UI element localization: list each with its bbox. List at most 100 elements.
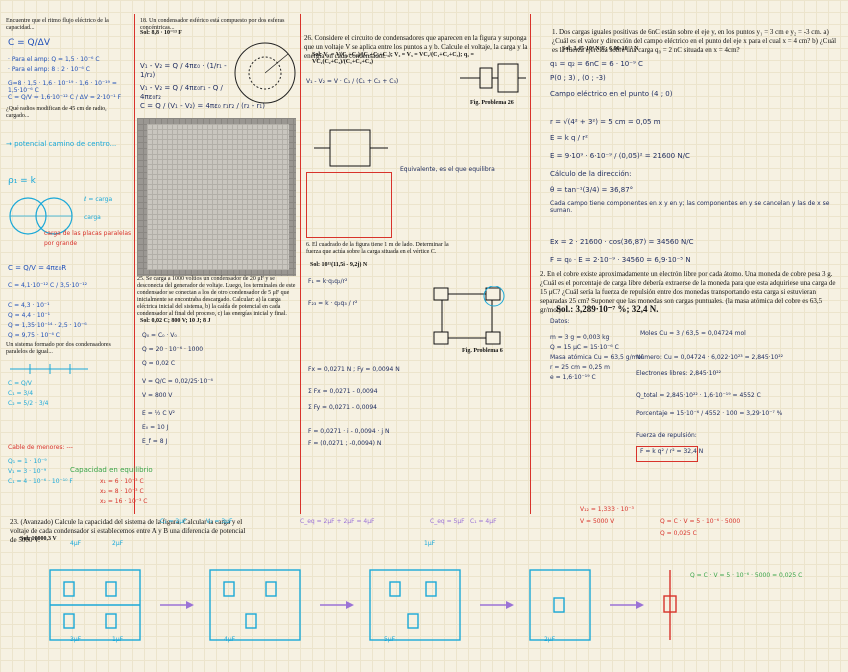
handwritten-line: E = 9·10⁹ · 6·10⁻⁹ / (0,05)² = 21600 N/C <box>550 152 690 160</box>
formula: V₁ - V₂ = V · C₁ / (C₁ + C₂ + C₃) <box>306 78 399 85</box>
formula: V₁ - V₂ = Q / 4πε₀r₁ - Q / 4πε₀r₂ <box>140 84 223 101</box>
problem-text: 25. Se carga a 1000 voltios un condensad… <box>137 276 296 317</box>
handwritten-line: ρ₁ = k <box>8 176 36 186</box>
whiteboard-canvas[interactable]: Encuentre que el ritmo flujo eléctrico d… <box>0 0 848 672</box>
problem-text: Encuentre que el ritmo flujo eléctrico d… <box>6 18 109 31</box>
handwritten-line: θ = tan⁻¹(3/4) = 36,87° <box>550 186 634 194</box>
handwritten-line: E = ½ C V² <box>142 410 175 417</box>
solution-text: Sol.: 3,289·10⁻⁷ %; 32,4 N. <box>556 304 659 314</box>
handwritten-line: Σ Fy = 0,0271 - 0,0094 <box>308 404 377 411</box>
handwritten-line: Q = C · V = 5 · 10⁻⁶ · 5000 <box>660 518 741 525</box>
handwritten-line: V = Q/C = 0,02/25·10⁻⁶ <box>142 378 213 385</box>
handwritten-line: Campo eléctrico en el punto (4 ; 0) <box>550 90 673 98</box>
handwritten-line: C₁ = 2μF <box>160 518 187 525</box>
annotation: por grande <box>44 240 78 247</box>
notebook-photo <box>137 118 296 276</box>
handwritten-line: Q₁ = 1 · 10⁻⁹ <box>8 458 47 465</box>
capacitor-label: 2μF <box>544 636 556 643</box>
handwritten-line: Fuerza de repulsión: <box>636 432 697 439</box>
capacitor-label: 4μF <box>70 540 82 547</box>
capacitor-label: 4μF <box>224 636 236 643</box>
handwritten-line: Capacidad en equilibrio <box>70 466 153 474</box>
handwritten-line: V = 5000 V <box>580 518 615 525</box>
capacitor-label: 1μF <box>112 636 124 643</box>
handwritten-line: Ex = 2 · 21600 · cos(36,87) = 34560 N/C <box>550 238 694 246</box>
handwritten-line: F = q₀ · E = 2·10⁻⁹ · 34560 = 6,9·10⁻⁵ N <box>550 256 691 264</box>
handwritten-line: V₁ = 3μF <box>206 518 233 525</box>
handwritten-line: Fx = 0,0271 N ; Fy = 0,0094 N <box>308 366 400 373</box>
capacitor-label: 1μF <box>424 540 436 547</box>
figure-caption: Fig. Problema 6 <box>462 348 503 354</box>
column-divider <box>300 14 301 514</box>
capacitor-label: 5μF <box>384 636 396 643</box>
handwritten-line: Q = 1,35·10⁻¹⁴ · 2,5 · 10⁻⁶ <box>8 322 87 329</box>
capacitor-label: 2μF <box>112 540 124 547</box>
handwritten-line: C_eq = 2μF + 2μF = 4μF <box>300 518 375 525</box>
handwritten-line: x₂ = 16 · 10⁻³ C <box>100 498 148 505</box>
formula: V₁ - V₂ = Q / 4πε₀ · (1/r₁ - 1/r₂) <box>140 62 227 79</box>
handwritten-line: C = 4,1·10⁻¹² C / 3,5·10⁻¹² <box>8 282 88 289</box>
column-divider <box>530 14 531 514</box>
handwritten-line: C = Q/V = 1,6·10⁻¹² C / ΔV = 2·10⁻¹ F <box>8 94 122 101</box>
handwritten-line: q₁ = q₂ = 6nC = 6 · 10⁻⁹ C <box>550 60 643 68</box>
handwritten-line: Q = 0,025 C <box>660 530 697 537</box>
capacitor-network-diagram <box>49 569 677 641</box>
handwritten-line: Q = 20 · 10⁻⁶ · 1000 <box>142 346 204 353</box>
handwritten-line: e = 1,6·10⁻¹⁹ C <box>550 374 596 381</box>
problem-text: ¿Qué radios modifican de 45 cm de radio,… <box>6 106 107 119</box>
handwritten-line: C_eq = 5μF <box>430 518 465 525</box>
handwritten-line: F = (0,0271 ; -0,0094) N <box>308 440 382 447</box>
handwritten-line: C₁ = 4μF <box>470 518 497 525</box>
handwritten-line: C₁ = 3/4 <box>8 390 34 397</box>
handwritten-line: Q = C · V = 5 · 10⁻⁶ · 5000 = 0,025 C <box>690 572 803 579</box>
handwritten-line: Cálculo de la dirección: <box>550 170 632 178</box>
square-charge-figure <box>433 286 505 345</box>
handwritten-line: Q₀ = C₀ · V₀ <box>142 332 177 339</box>
problem-text: 6. El cuadrado de la figura tiene 1 m de… <box>306 242 449 255</box>
handwritten-line: E = k q / r² <box>550 134 588 142</box>
formula: C = Q/V = 4πε₀R <box>8 264 67 272</box>
handwritten-line: F₁ = k·q₁q₂/r² <box>308 278 348 285</box>
handwritten-line: Cable de menores: --- <box>8 444 73 451</box>
handwritten-line: Q_total = 2,845·10²² · 1,6·10⁻¹⁹ = 4552 … <box>636 392 761 399</box>
handwritten-line: Cada campo tiene componentes en x y en y… <box>550 200 830 214</box>
handwritten-line: r = √(4² + 3²) = 5 cm = 0,05 m <box>550 118 661 126</box>
circuit-figure-26 <box>460 63 526 93</box>
handwritten-line: F₂₃ = k · q₂q₃ / r² <box>308 300 358 307</box>
handwritten-line: x₂ = 8 · 10⁻³ C <box>100 488 144 495</box>
handwritten-line: Número: Cu = 0,04724 · 6,022·10²³ = 2,84… <box>636 354 784 361</box>
highlight-box <box>306 172 392 238</box>
handwritten-line: V₁ = 3 · 10⁻⁹ <box>8 468 47 475</box>
annotation: carga de las placas paralelas <box>44 230 132 237</box>
handwritten-line: Q = 9,75 · 10⁻⁶ C <box>8 332 60 339</box>
formula: C = Q/ΔV <box>8 38 50 48</box>
handwritten-line: Q = 15 μC = 15·10⁻⁶ C <box>550 344 619 351</box>
handwritten-line: Moles Cu = 3 / 63,5 = 0,04724 mol <box>640 330 746 337</box>
number-line <box>10 364 88 374</box>
handwritten-line: E_f = 8 J <box>142 438 168 445</box>
solution-text: Sol: 3,45·10⁴ N/C; 6,90·10⁻⁵ N <box>562 46 639 52</box>
capacitor-label: 3μF <box>70 636 82 643</box>
handwritten-line: Q = 4,4 · 10⁻¹ <box>8 312 51 319</box>
handwritten-line: · Para el amp: Q = 1,5 · 10⁻⁶ C <box>8 56 100 63</box>
handwritten-line: Masa atómica Cu = 63,5 g/mol <box>550 354 643 361</box>
annotation: ℓ = carga <box>84 196 113 203</box>
problem-text: Un sistema formado por dos condensadores… <box>6 342 111 355</box>
handwritten-line: Q = 0,02 C <box>142 360 176 367</box>
handwritten-line: G=8 · 1,5 · 1,6 · 10⁻¹⁹ · 1,6 · 10⁻¹⁹ = … <box>8 80 117 94</box>
handwritten-line: · Para el amp: 8 : 2 · 10⁻⁶ C <box>8 66 90 73</box>
handwritten-line: Σ Fx = 0,0271 - 0,0094 <box>308 388 378 395</box>
spherical-capacitor-figure <box>234 42 296 104</box>
handwritten-line: Datos: <box>550 318 570 325</box>
column-divider <box>134 14 135 514</box>
handwritten-line: r = 25 cm = 0,25 m <box>550 364 610 371</box>
handwritten-line: V = 800 V <box>142 392 173 399</box>
solution-text: Sol: 0,02 C; 800 V; 10 J; 8 J <box>140 318 211 324</box>
solution-text: Sol: 10¹¹(11,5i - 9,2j) N <box>310 262 368 268</box>
annotation: carga <box>84 214 101 221</box>
handwritten-line: P(0 ; 3) , (0 ; -3) <box>550 74 606 82</box>
figure-caption: Fig. Problema 26 <box>470 100 514 106</box>
handwritten-line: C₂ = 5/2 · 3/4 <box>8 400 49 407</box>
circuit-sketch <box>314 129 388 167</box>
handwritten-line: C = Q/V <box>8 380 32 387</box>
